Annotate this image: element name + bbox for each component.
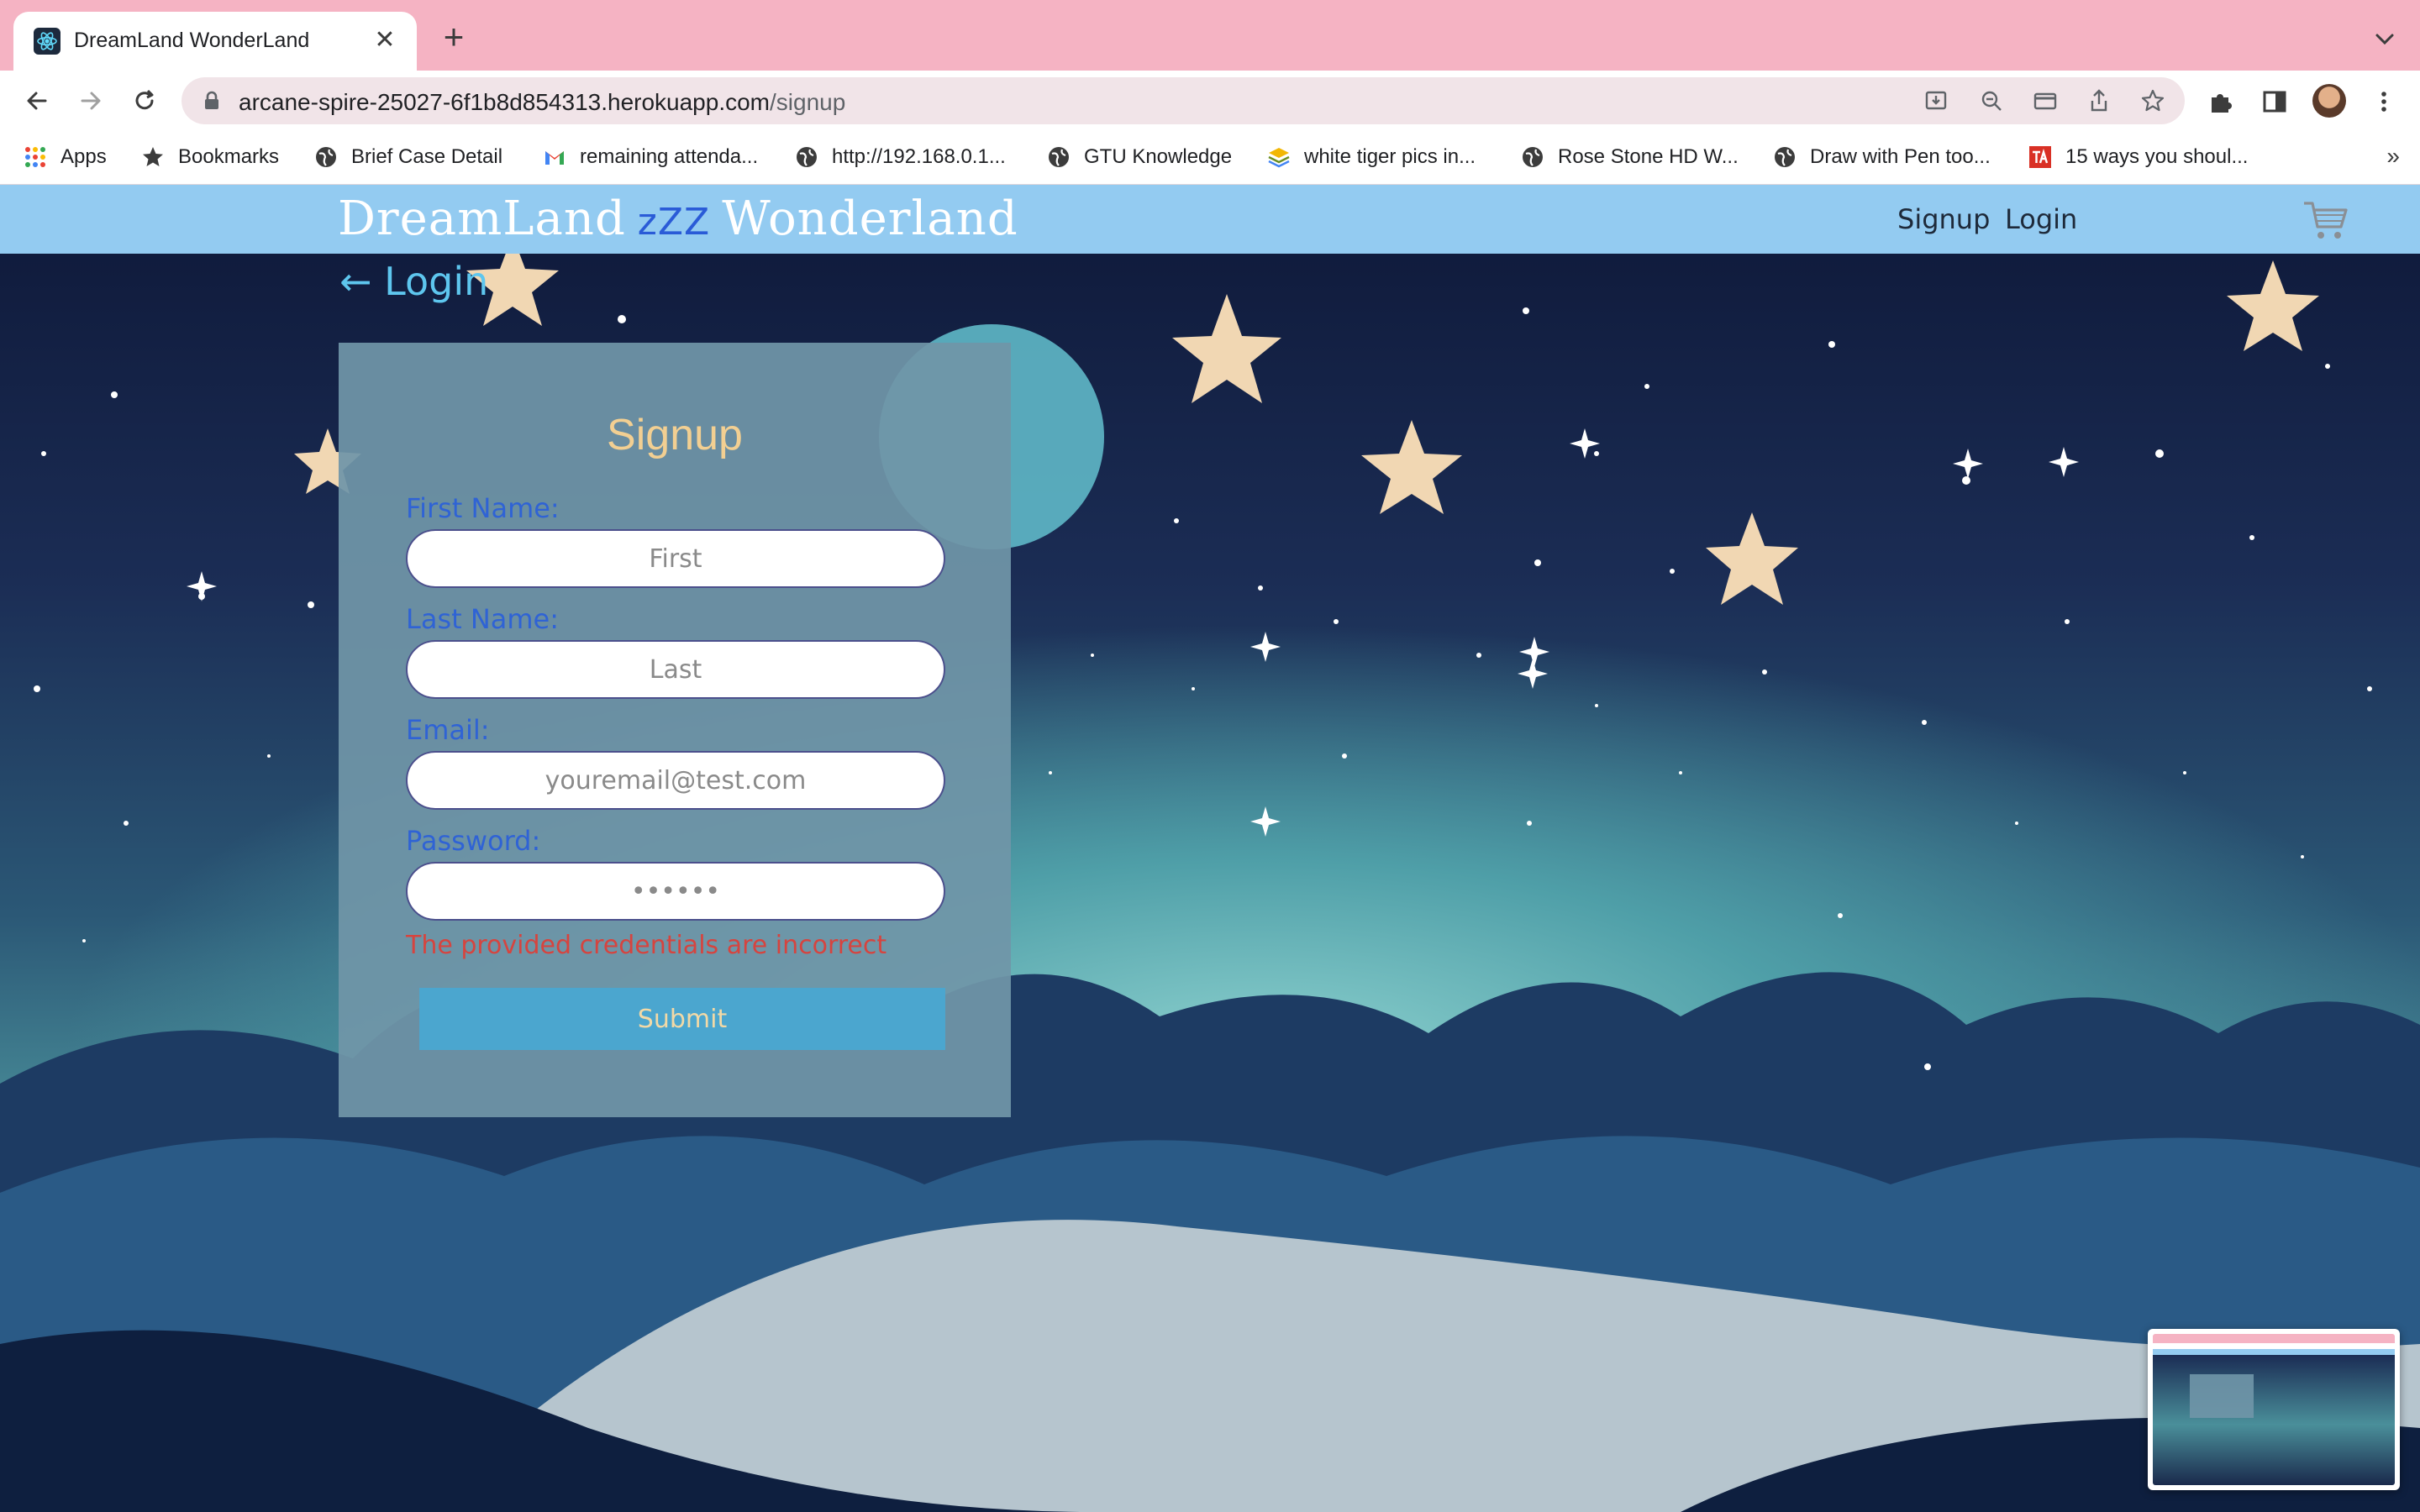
globe-icon — [797, 147, 817, 167]
thumbnail-image — [2153, 1334, 2395, 1485]
share-icon[interactable] — [2086, 87, 2112, 114]
bookmark-label: http://192.168.0.1... — [832, 145, 1006, 168]
side-panel-icon[interactable] — [2260, 87, 2289, 116]
forward-arrow-icon[interactable] — [71, 81, 111, 121]
password-label: Password: — [406, 825, 541, 857]
bookmarks-bar: Apps Bookmarks Brief Case Detail remaini… — [0, 131, 2420, 185]
bookmark-ip-address[interactable]: http://192.168.0.1... — [795, 143, 1006, 171]
last-name-label: Last Name: — [406, 603, 560, 635]
last-name-input[interactable] — [406, 640, 945, 699]
submit-button[interactable]: Submit — [419, 988, 945, 1050]
gmail-icon — [545, 151, 564, 165]
ta-icon — [2029, 146, 2051, 168]
brand-name-left: DreamLand — [338, 192, 626, 246]
reload-icon[interactable] — [124, 81, 165, 121]
tab-title: DreamLand WonderLand — [74, 29, 310, 52]
apps-grid-icon — [25, 147, 45, 167]
email-input[interactable] — [406, 751, 945, 810]
bookmark-apps[interactable]: Apps — [24, 143, 107, 171]
signup-form: Signup First Name: Last Name: Email: Pas… — [339, 343, 1011, 1117]
site-logo[interactable]: DreamLand zZZ Wonderland — [338, 192, 1018, 246]
globe-icon — [1523, 147, 1543, 167]
screenshot-preview-thumbnail[interactable] — [2148, 1329, 2400, 1490]
react-favicon-icon — [34, 28, 60, 55]
bookmark-label: GTU Knowledge — [1084, 145, 1233, 168]
bookmark-label: Draw with Pen too... — [1810, 145, 1991, 168]
install-app-icon[interactable] — [1923, 87, 1949, 114]
bookmark-draw-with-pen[interactable]: Draw with Pen too... — [1773, 143, 1991, 171]
email-label: Email: — [406, 714, 490, 746]
bookmark-label: Brief Case Detail — [351, 145, 503, 168]
back-arrow-icon[interactable] — [17, 81, 57, 121]
bookmark-brief-case-detail[interactable]: Brief Case Detail — [314, 143, 502, 171]
shopping-cart-icon[interactable] — [2302, 198, 2349, 242]
browser-toolbar: arcane-spire-25027-6f1b8d854313.herokuap… — [0, 71, 2420, 131]
zoom-icon[interactable] — [1978, 87, 2005, 114]
globe-icon — [1775, 147, 1795, 167]
bookmark-15-ways[interactable]: 15 ways you shoul... — [2028, 143, 2248, 171]
brand-name-right: Wonderland — [722, 192, 1018, 246]
url-host: arcane-spire-25027-6f1b8d854313.herokuap… — [239, 89, 770, 115]
more-menu-icon[interactable] — [2370, 87, 2398, 116]
bookmark-remaining-attendance[interactable]: remaining attenda... — [543, 143, 758, 171]
layers-icon — [1268, 148, 1290, 168]
address-bar[interactable]: arcane-spire-25027-6f1b8d854313.herokuap… — [182, 77, 2185, 124]
extensions-puzzle-icon[interactable] — [2207, 87, 2235, 116]
globe-icon — [316, 147, 336, 167]
bookmark-label: 15 ways you shoul... — [2065, 145, 2249, 168]
bookmark-label: Bookmarks — [178, 145, 280, 168]
site-header: DreamLand zZZ Wonderland Signup Login — [0, 185, 2420, 254]
bookmarks-overflow-button[interactable]: » — [2386, 143, 2400, 170]
profile-avatar[interactable] — [2312, 84, 2346, 118]
bookmark-star-icon[interactable] — [2139, 87, 2166, 114]
back-to-login-link[interactable]: ← Login — [339, 259, 488, 304]
bookmark-label: white tiger pics in... — [1304, 145, 1476, 168]
sleep-zzz-icon: zZZ — [637, 201, 711, 244]
bookmark-gtu-knowledge[interactable]: GTU Knowledge — [1047, 143, 1232, 171]
nav-signup-link[interactable]: Signup — [1897, 203, 1990, 235]
form-title: Signup — [607, 411, 743, 459]
bookmark-rose-stone[interactable]: Rose Stone HD W... — [1521, 143, 1739, 171]
bookmark-bookmarks[interactable]: Bookmarks — [141, 143, 279, 171]
first-name-input[interactable] — [406, 529, 945, 588]
globe-icon — [1049, 147, 1069, 167]
page-viewport: DreamLand zZZ Wonderland Signup Login ← Lo… — [0, 185, 2420, 1512]
browser-tabstrip: DreamLand WonderLand ✕ + — [0, 0, 2420, 71]
first-name-label: First Name: — [406, 492, 560, 524]
browser-tab[interactable]: DreamLand WonderLand ✕ — [13, 12, 417, 71]
bookmark-white-tiger-pics[interactable]: white tiger pics in... — [1267, 143, 1476, 171]
error-message: The provided credentials are incorrect — [406, 931, 887, 960]
nav-login-link[interactable]: Login — [2005, 203, 2077, 235]
chevron-down-icon[interactable] — [2370, 24, 2400, 54]
bookmark-label: Rose Stone HD W... — [1558, 145, 1739, 168]
star-icon — [143, 147, 163, 166]
url-text[interactable]: arcane-spire-25027-6f1b8d854313.herokuap… — [239, 89, 845, 116]
bookmark-label: Apps — [60, 145, 107, 168]
lock-icon[interactable] — [200, 89, 224, 113]
password-input[interactable] — [406, 862, 945, 921]
url-path: /signup — [770, 89, 846, 115]
card-icon[interactable] — [2032, 87, 2059, 114]
thumbnail-form — [2190, 1374, 2254, 1418]
bookmark-label: remaining attenda... — [580, 145, 759, 168]
tab-close-icon[interactable]: ✕ — [368, 24, 402, 57]
new-tab-button[interactable]: + — [435, 19, 472, 57]
